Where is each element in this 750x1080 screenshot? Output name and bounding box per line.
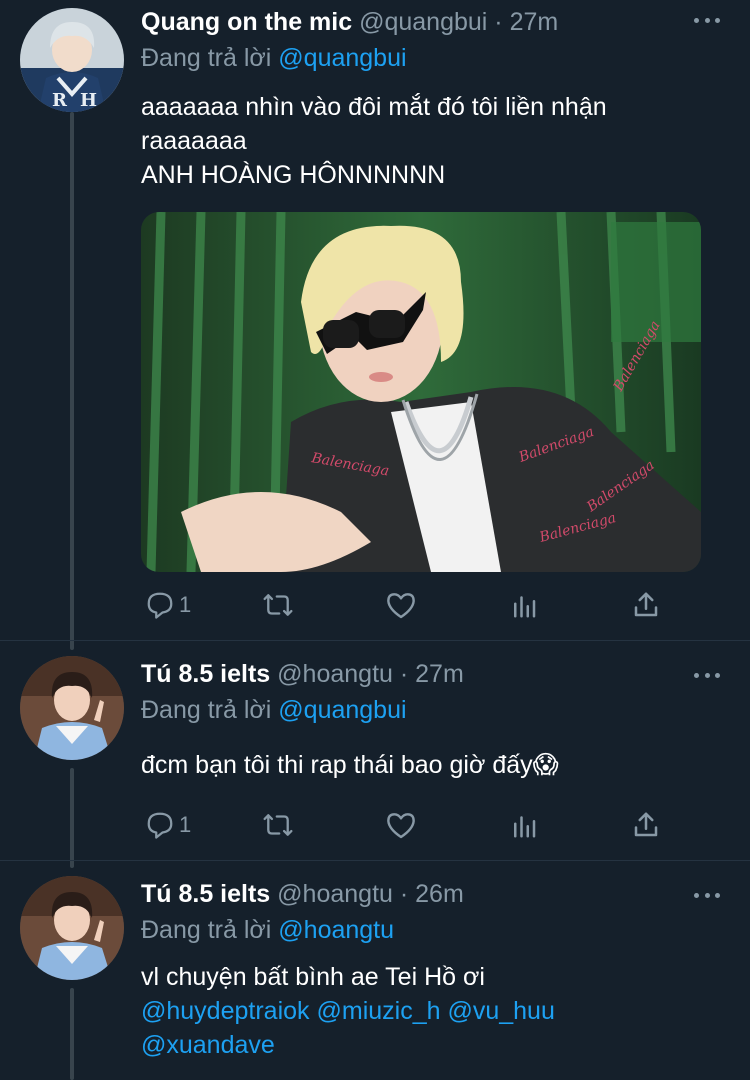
replying-mention-link[interactable]: @hoangtu bbox=[278, 916, 394, 944]
tweet-text-line: @huydeptraiok @miuzic_h @vu_huu bbox=[141, 994, 730, 1028]
svg-text:R: R bbox=[52, 90, 68, 111]
replying-label: Đang trả lời bbox=[141, 44, 279, 72]
analytics-icon bbox=[509, 590, 539, 620]
like-button[interactable] bbox=[385, 585, 417, 625]
tweet[interactable]: R H Quang on the mic @quangbui · 27m Đan… bbox=[0, 0, 750, 640]
analytics-button[interactable] bbox=[509, 585, 539, 625]
timestamp[interactable]: 27m bbox=[415, 660, 464, 688]
tweet-text-line: raaaaaaa bbox=[141, 127, 247, 155]
reply-icon bbox=[145, 810, 175, 840]
share-button[interactable] bbox=[631, 585, 661, 625]
replying-label: Đang trả lời bbox=[141, 696, 279, 724]
retweet-icon bbox=[261, 810, 295, 840]
author-handle[interactable]: @hoangtu bbox=[277, 660, 393, 688]
retweet-icon bbox=[261, 590, 295, 620]
separator-dot: · bbox=[399, 660, 409, 688]
tweet-text-line: @xuandave bbox=[141, 1028, 730, 1062]
separator-dot: · bbox=[399, 880, 409, 908]
mention-link[interactable]: @miuzic_h bbox=[316, 997, 440, 1025]
replying-to: Đang trả lời @quangbui bbox=[141, 694, 730, 726]
reply-button[interactable]: 1 bbox=[145, 805, 191, 845]
tweet-text-line: vl chuyện bất bình ae Tei Hồ ơi bbox=[141, 963, 485, 991]
svg-text:H: H bbox=[80, 90, 97, 111]
reply-count: 1 bbox=[179, 812, 192, 837]
retweet-button[interactable] bbox=[261, 585, 295, 625]
tweet-text-line: ANH HOÀNG HÔNNNNNN bbox=[141, 161, 446, 189]
mention-link[interactable]: @huydeptraiok bbox=[141, 997, 310, 1025]
timestamp[interactable]: 26m bbox=[415, 880, 464, 908]
replying-label: Đang trả lời bbox=[141, 916, 279, 944]
tweet-text: vl chuyện bất bình ae Tei Hồ ơi @huydept… bbox=[141, 960, 730, 1062]
tweet-text-line: aaaaaaa nhìn vào đôi mắt đó tôi liền nhậ… bbox=[141, 93, 607, 121]
replying-to: Đang trả lời @quangbui bbox=[141, 42, 730, 74]
more-icon[interactable] bbox=[694, 16, 720, 24]
author-name[interactable]: Tú 8.5 ielts bbox=[141, 880, 270, 908]
like-button[interactable] bbox=[385, 805, 417, 845]
author-name[interactable]: Quang on the mic bbox=[141, 8, 352, 36]
avatar[interactable] bbox=[20, 876, 124, 980]
reply-count: 1 bbox=[179, 592, 192, 617]
heart-icon bbox=[385, 590, 417, 620]
tweet-text: đcm bạn tôi thi rap thái bao giờ đấy😱 bbox=[141, 748, 730, 782]
avatar[interactable]: R H bbox=[20, 8, 124, 112]
tweet[interactable]: Tú 8.5 ielts @hoangtu · 27m Đang trả lời… bbox=[0, 650, 750, 860]
divider bbox=[0, 860, 750, 861]
more-icon[interactable] bbox=[694, 671, 720, 679]
analytics-icon bbox=[509, 810, 539, 840]
heart-icon bbox=[385, 810, 417, 840]
tweet-text: aaaaaaa nhìn vào đôi mắt đó tôi liền nhậ… bbox=[141, 90, 730, 192]
author-handle[interactable]: @hoangtu bbox=[277, 880, 393, 908]
tweet-actions: 1 bbox=[141, 805, 671, 845]
mention-link[interactable]: @vu_huu bbox=[447, 997, 554, 1025]
share-icon bbox=[631, 590, 661, 620]
tweet-photo[interactable]: Balenciaga Balenciaga Balenciaga Balenci… bbox=[141, 212, 701, 572]
author-handle[interactable]: @quangbui bbox=[359, 8, 487, 36]
share-button[interactable] bbox=[631, 805, 661, 845]
author-name[interactable]: Tú 8.5 ielts bbox=[141, 660, 270, 688]
analytics-button[interactable] bbox=[509, 805, 539, 845]
share-icon bbox=[631, 810, 661, 840]
replying-mention-link[interactable]: @quangbui bbox=[278, 696, 406, 724]
tweet-actions: 1 bbox=[141, 585, 671, 625]
tweet-text-line: đcm bạn tôi thi rap thái bao giờ đấy😱 bbox=[141, 751, 559, 779]
tweet[interactable]: Tú 8.5 ielts @hoangtu · 26m Đang trả lời… bbox=[0, 870, 750, 1080]
retweet-button[interactable] bbox=[261, 805, 295, 845]
avatar[interactable] bbox=[20, 656, 124, 760]
reply-icon bbox=[145, 590, 175, 620]
timestamp[interactable]: 27m bbox=[510, 8, 559, 36]
replying-mention-link[interactable]: @quangbui bbox=[278, 44, 406, 72]
reply-button[interactable]: 1 bbox=[145, 585, 191, 625]
separator-dot: · bbox=[494, 8, 503, 36]
mention-link[interactable]: @xuandave bbox=[141, 1031, 275, 1059]
more-icon[interactable] bbox=[694, 891, 720, 899]
replying-to: Đang trả lời @hoangtu bbox=[141, 914, 730, 946]
divider bbox=[0, 640, 750, 641]
